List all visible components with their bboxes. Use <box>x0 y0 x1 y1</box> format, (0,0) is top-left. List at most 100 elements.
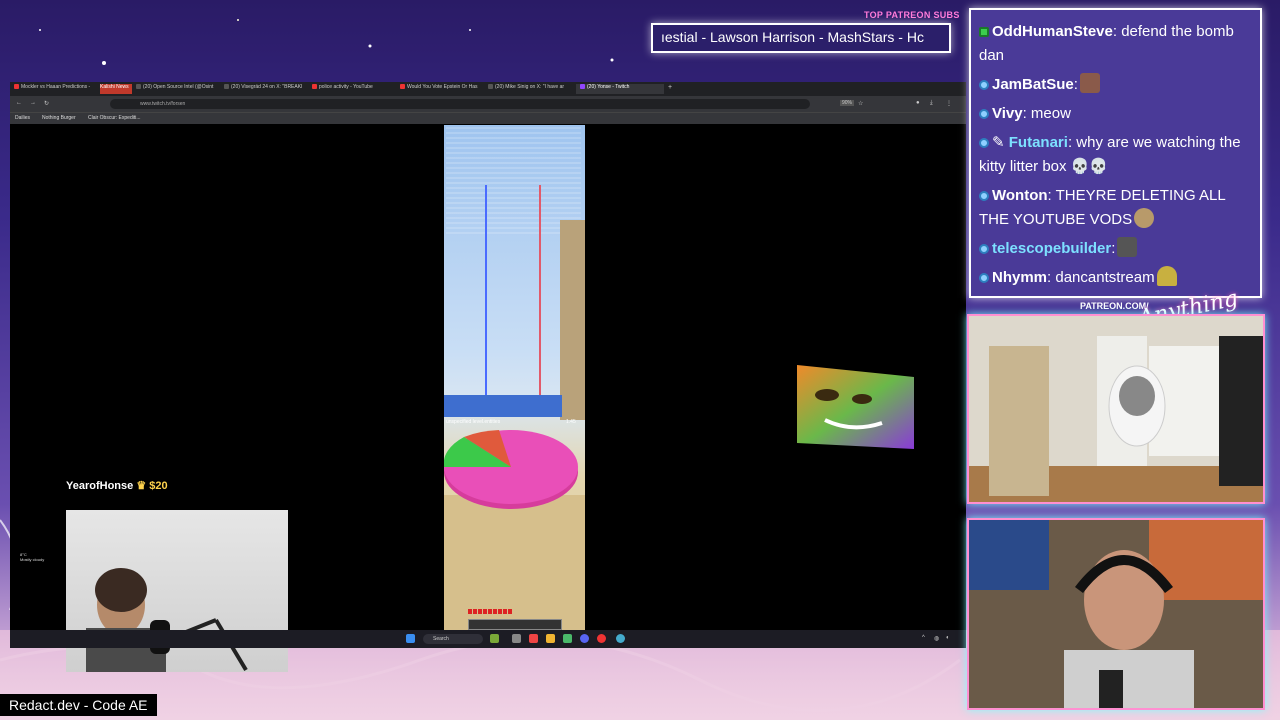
tab-favicon-icon <box>136 84 141 90</box>
tab-4[interactable]: (20) Visegrád 24 on X: "BREAKI <box>224 84 308 94</box>
address-bar-row: ← → ↻ www.twitch.tv/forsen 90% ☆ ● ⤓ ⋮ <box>10 96 966 112</box>
windows-start-icon[interactable] <box>406 634 415 643</box>
tab-2[interactable]: Kalishi News <box>100 84 132 94</box>
tab-favicon-icon <box>400 84 405 90</box>
rock-emote-icon <box>1117 237 1138 257</box>
image-emote-icon <box>1079 73 1100 93</box>
tab-bar: Mockler vs Haaan Predictions - Kalishi N… <box>10 82 966 96</box>
chat-username: JamBatSue <box>992 76 1074 93</box>
badge-icon <box>979 244 989 254</box>
donation-alert: YearofHonse ♛ $20 <box>66 479 168 492</box>
chat-text: meow <box>1026 105 1071 122</box>
page-viewport: unspecified level.entities 1.45 YearofHo… <box>10 124 966 672</box>
donor-name: YearofHonse <box>66 480 134 492</box>
app-icon-2[interactable] <box>512 634 521 643</box>
chat-text: dancantstream <box>1051 269 1155 286</box>
health-bar <box>468 609 513 614</box>
chat-message: OddHumanSteve: defend the bomb dan <box>979 23 1234 64</box>
tab-label: Mockler vs Haaan Predictions - <box>21 84 91 90</box>
zoom-indicator[interactable]: 90% <box>840 100 855 106</box>
crown-icon: ♛ <box>136 480 147 492</box>
back-icon[interactable]: ← <box>16 100 22 106</box>
pie-chart-label: unspecified level.entities <box>446 419 501 425</box>
tab-7[interactable]: (20) Mike Sinig on X: "I have ar <box>488 84 572 94</box>
app-icon-5[interactable] <box>597 634 606 643</box>
litter-box-camera <box>967 314 1265 504</box>
star-icon[interactable]: ☆ <box>858 100 863 107</box>
donation-amount: $20 <box>149 480 168 492</box>
tab-5[interactable]: police activity - YouTube <box>312 84 396 94</box>
badge-icon <box>979 138 989 148</box>
discord-icon[interactable] <box>580 634 589 643</box>
hotbar <box>468 619 562 630</box>
water-area <box>444 395 562 417</box>
weather-widget[interactable]: 8°C Mostly cloudy <box>20 552 44 562</box>
extension-icon[interactable]: ● <box>916 100 920 106</box>
chat-username: OddHumanSteve <box>992 23 1113 40</box>
red-chunk-border <box>539 185 541 415</box>
url-input[interactable]: www.twitch.tv/forsen <box>110 99 810 109</box>
watermark: Redact.dev - Code AE <box>0 694 157 716</box>
chat-message: Nhymm: dancantstream <box>979 266 1252 290</box>
tab-label: (20) Open Source Intel (@Osint <box>143 84 214 90</box>
patreon-ticker: ıestial - Lawson Harrison - MashStars - … <box>651 23 951 53</box>
new-tab-button[interactable]: + <box>668 84 678 94</box>
app-icon-4[interactable] <box>563 634 572 643</box>
streamer-webcam <box>967 518 1265 710</box>
floating-meme-image <box>797 365 914 449</box>
network-icon[interactable]: ◍ <box>934 635 939 642</box>
sand-floor <box>444 495 585 630</box>
menu-icon[interactable]: ⋮ <box>946 100 952 107</box>
cat-emote-icon <box>1134 208 1155 228</box>
chrome-icon[interactable] <box>616 634 625 643</box>
chat-username: Vivy <box>992 105 1023 122</box>
tray-chevron-icon[interactable]: ^ <box>922 635 925 641</box>
bookmark-clair-obscur[interactable]: Clair Obscur: Expediti... <box>88 115 141 121</box>
tab-label: police activity - YouTube <box>319 84 373 90</box>
chat-username: telescopebuilder <box>992 240 1112 257</box>
download-icon[interactable]: ⤓ <box>930 100 933 107</box>
tab-label: (20) Yonse - Twitch <box>587 84 630 90</box>
app-icon-3[interactable] <box>529 634 538 643</box>
tab-8-active[interactable]: (20) Yonse - Twitch <box>576 84 664 94</box>
tab-label: (20) Visegrád 24 on X: "BREAKI <box>231 84 303 90</box>
room-scene <box>969 316 1263 502</box>
chat-message: JamBatSue: <box>979 73 1252 97</box>
tab-3[interactable]: (20) Open Source Intel (@Osint <box>136 84 216 94</box>
minecraft-stream-video[interactable]: unspecified level.entities 1.45 <box>444 125 585 630</box>
chat-message: Vivy: meow <box>979 102 1252 126</box>
tab-1[interactable]: Mockler vs Haaan Predictions - <box>14 84 98 94</box>
folder-icon[interactable] <box>546 634 555 643</box>
pencil-badge-icon: ✎ <box>992 134 1005 151</box>
reload-icon[interactable]: ↻ <box>44 100 49 107</box>
chat-username: Wonton <box>992 187 1048 204</box>
pie-chart-value: 1.45 <box>566 419 576 425</box>
twitch-favicon-icon <box>580 84 585 90</box>
streamer-scene <box>969 520 1263 708</box>
weather-desc: Mostly cloudy <box>20 557 45 562</box>
tab-favicon-icon <box>224 84 229 90</box>
taskbar-search[interactable]: Search <box>423 634 483 644</box>
hat-emote-icon <box>1156 266 1177 286</box>
bookmark-dailies[interactable]: Dailies <box>15 115 30 121</box>
ticker-text: ıestial - Lawson Harrison - MashStars - … <box>661 29 924 45</box>
tab-favicon-icon <box>488 84 493 90</box>
badge-icon <box>979 273 989 283</box>
chat-username: Nhymm <box>992 269 1048 286</box>
tab-6[interactable]: Would You Vote Epstein Or Has <box>400 84 484 94</box>
patreon-subs-label: TOP PATREON SUBS <box>864 10 960 20</box>
tab-label: Kalishi News <box>100 84 129 90</box>
tab-label: Would You Vote Epstein Or Has <box>407 84 478 90</box>
app-icon-1[interactable] <box>490 634 499 643</box>
forward-icon[interactable]: → <box>30 100 36 106</box>
chat-message: ✎ Futanari: why are we watching the kitt… <box>979 134 1241 175</box>
volume-icon[interactable]: ◐ <box>946 635 950 641</box>
chat-message: Wonton: THEYRE DELETING ALL THE YOUTUBE … <box>979 187 1226 228</box>
tab-label: (20) Mike Sinig on X: "I have ar <box>495 84 565 90</box>
subscriber-badge-icon <box>979 27 989 37</box>
debug-pie-chart <box>444 430 578 509</box>
tab-favicon-icon <box>14 84 19 90</box>
blue-chunk-border <box>485 185 487 415</box>
tab-favicon-icon <box>312 84 317 90</box>
bookmark-nothing-burger[interactable]: Nothing Burger <box>42 115 76 121</box>
